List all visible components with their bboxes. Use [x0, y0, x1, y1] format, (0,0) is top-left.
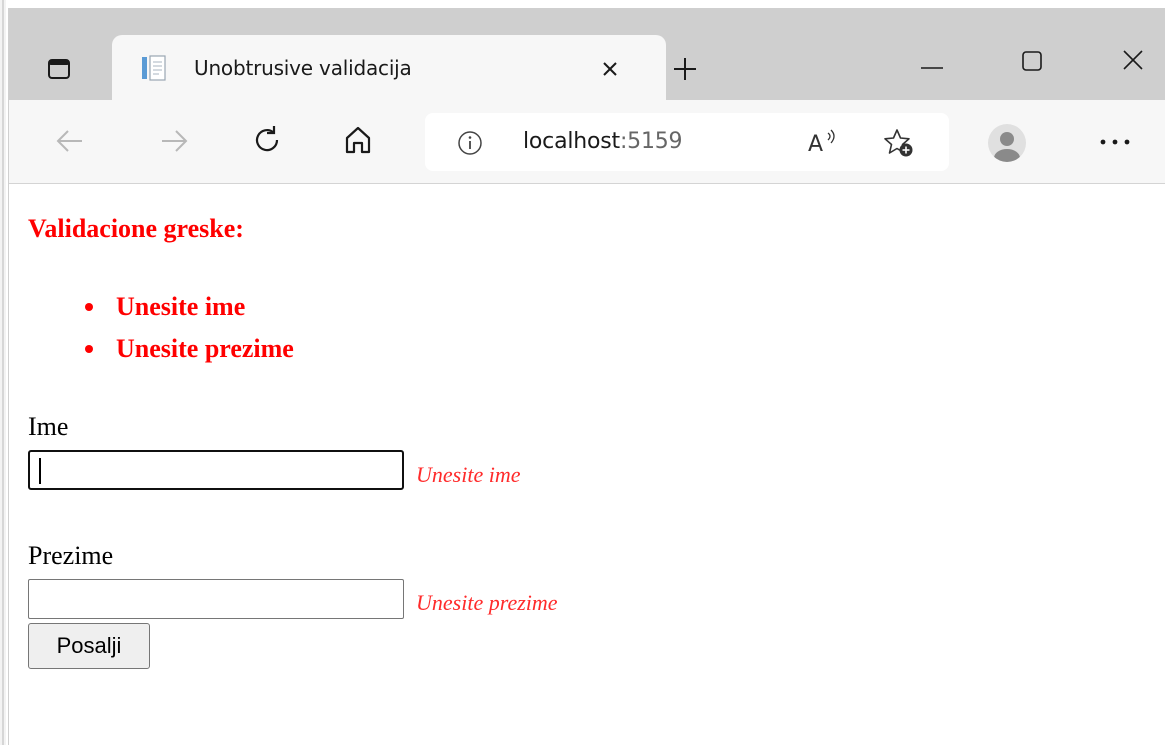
last-name-error: Unesite prezime — [416, 590, 558, 615]
close-icon[interactable] — [600, 59, 620, 79]
avatar — [994, 132, 1020, 162]
maximize-icon[interactable] — [1021, 50, 1043, 72]
address-bar[interactable]: localhost:5159 A — [425, 113, 949, 171]
page-icon — [142, 55, 166, 81]
left-window-edge — [0, 0, 6, 745]
tab-actions-icon[interactable] — [47, 57, 71, 81]
page-content: Validacione greske: Unesite ime Unesite … — [9, 184, 1165, 745]
browser-window: Unobtrusive validacija localhost:5159 A … — [8, 8, 1165, 745]
first-name-input[interactable] — [28, 450, 404, 490]
toolbar: localhost:5159 A — [9, 100, 1165, 184]
submit-button[interactable]: Posalji — [28, 623, 150, 669]
validation-summary-item: Unesite ime — [28, 286, 294, 328]
arrow-right-icon[interactable] — [158, 125, 190, 157]
url-host: localhost — [523, 129, 620, 154]
profile-icon[interactable] — [988, 124, 1026, 162]
tab-strip: Unobtrusive validacija — [9, 8, 1165, 100]
first-name-error: Unesite ime — [416, 462, 521, 487]
plus-icon[interactable] — [672, 56, 698, 82]
more-icon[interactable] — [1098, 138, 1132, 146]
validation-summary-title: Validacione greske: — [28, 214, 244, 243]
arrow-left-icon[interactable] — [54, 125, 86, 157]
last-name-input[interactable] — [28, 579, 404, 619]
validation-summary-item: Unesite prezime — [28, 328, 294, 370]
url-text: localhost:5159 — [523, 128, 683, 156]
tab-unobtrusive-validacija[interactable]: Unobtrusive validacija — [112, 35, 666, 100]
info-icon[interactable] — [457, 130, 483, 156]
first-name-label: Ime — [28, 412, 69, 441]
tab-title: Unobtrusive validacija — [194, 56, 412, 80]
minimize-icon[interactable] — [921, 66, 943, 70]
svg-text:A: A — [808, 132, 823, 157]
validation-summary-list: Unesite ime Unesite prezime — [28, 286, 294, 370]
refresh-icon[interactable] — [251, 124, 283, 156]
url-port: :5159 — [619, 129, 683, 154]
add-favorite-icon[interactable] — [883, 127, 915, 159]
home-icon[interactable] — [342, 124, 374, 156]
read-aloud-icon[interactable]: A — [806, 127, 842, 157]
close-window-icon[interactable] — [1121, 48, 1145, 72]
last-name-label: Prezime — [28, 541, 114, 570]
text-cursor — [39, 458, 41, 484]
